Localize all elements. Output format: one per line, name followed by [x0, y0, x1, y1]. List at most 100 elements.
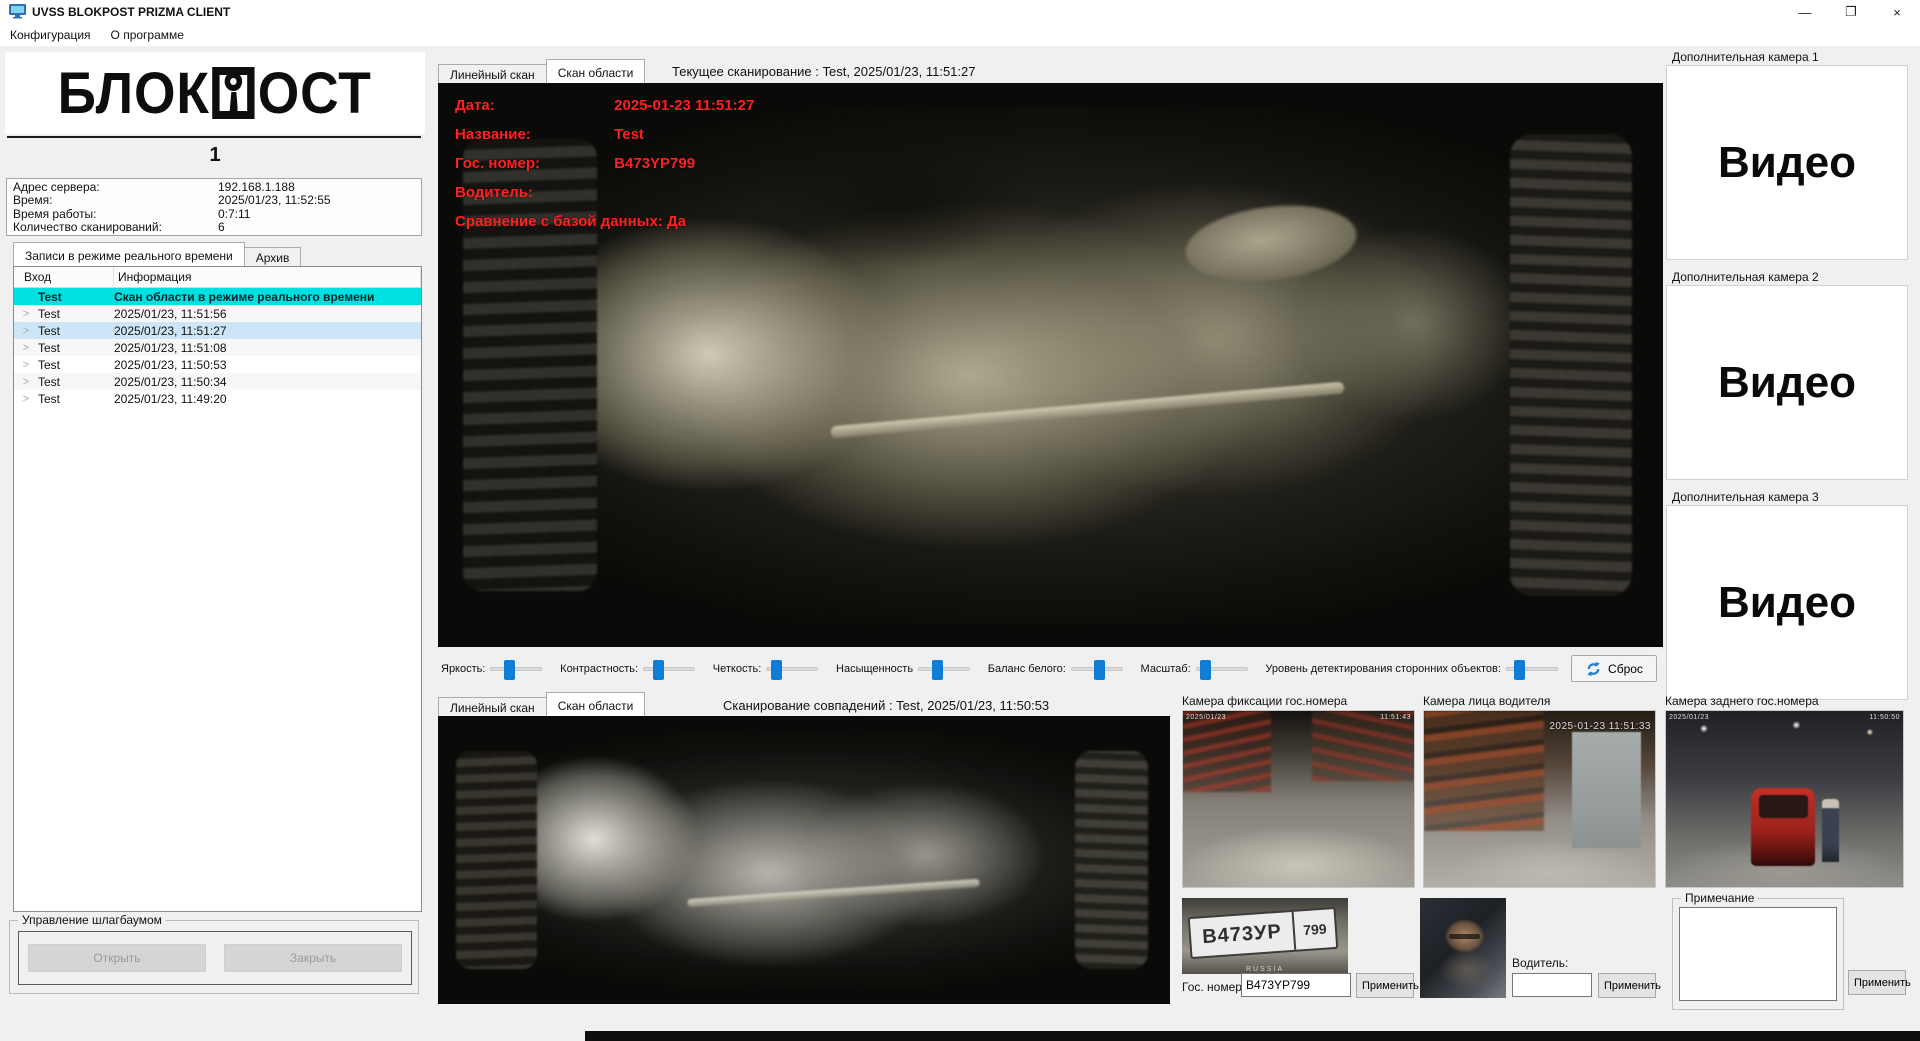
camera-label: Дополнительная камера 3 — [1666, 490, 1914, 505]
overlay-label: Название: — [455, 126, 610, 143]
reset-button[interactable]: Сброс — [1571, 655, 1657, 682]
slider-label: Уровень детектирования сторонних объекто… — [1265, 663, 1501, 675]
expander-chevron-icon[interactable]: > — [14, 376, 38, 388]
driver-name-input[interactable] — [1512, 973, 1592, 997]
records-tab[interactable]: Записи в режиме реального времени — [13, 242, 245, 266]
record-row[interactable]: Test Скан области в режиме реального вре… — [14, 288, 421, 305]
note-textarea[interactable] — [1679, 907, 1837, 1001]
person-figure — [1822, 799, 1839, 862]
slider-thumb[interactable] — [932, 660, 943, 680]
records-list-header: Вход Информация — [14, 267, 421, 288]
record-info: 2025/01/23, 11:50:53 — [114, 358, 421, 372]
scan-tab[interactable]: Линейный скан — [438, 64, 547, 83]
record-entry: Test — [38, 392, 114, 406]
info-label: Время: — [13, 193, 218, 207]
adjustment-slider: Баланс белого: — [988, 663, 1123, 675]
overlay-row: Сравнение с базой данных: Да — [455, 213, 754, 242]
rear-plate-camera-view: 2025/01/23 11:50:50 — [1665, 710, 1904, 888]
expander-chevron-icon[interactable]: > — [14, 308, 38, 320]
plate-number-input[interactable] — [1241, 973, 1351, 997]
column-header-vhod[interactable]: Вход — [14, 267, 114, 287]
slider-thumb[interactable] — [1094, 660, 1105, 680]
tire-right — [1510, 134, 1633, 596]
plate-camera-label: Камера фиксации гос.номера — [1182, 694, 1347, 708]
expander-chevron-icon[interactable]: > — [14, 342, 38, 354]
restore-button[interactable]: ❐ — [1828, 0, 1874, 24]
overlay-label: Дата: — [455, 97, 610, 114]
slider-thumb[interactable] — [1200, 660, 1211, 680]
camera-timestamp: 11:50:50 — [1869, 714, 1900, 721]
overlay-label: Гос. номер: — [455, 155, 610, 172]
rear-plate-camera-label: Камера заднего гос.номера — [1665, 694, 1819, 708]
slider-track[interactable] — [918, 667, 970, 671]
column-header-info[interactable]: Информация — [114, 267, 421, 287]
record-row[interactable]: > Test 2025/01/23, 11:51:08 — [14, 339, 421, 356]
note-group: Примечание — [1672, 898, 1844, 1010]
record-row[interactable]: > Test 2025/01/23, 11:51:56 — [14, 305, 421, 322]
menu-item[interactable]: Конфигурация — [0, 25, 101, 45]
apply-plate-button[interactable]: Применить — [1356, 973, 1414, 998]
logo-text-left: БЛОК — [58, 60, 210, 127]
overlay-value: Test — [614, 126, 644, 143]
record-entry: Test — [38, 324, 114, 338]
apply-driver-button[interactable]: Применить — [1598, 973, 1656, 998]
record-row[interactable]: > Test 2025/01/23, 11:50:53 — [14, 356, 421, 373]
main-scan-tabs: Линейный скан Скан области — [438, 59, 644, 83]
undercarriage-image — [504, 730, 1104, 989]
records-rows: Test Скан области в режиме реального вре… — [14, 288, 421, 407]
slider-thumb[interactable] — [771, 660, 782, 680]
close-button[interactable]: × — [1874, 0, 1920, 24]
barrier-open-button[interactable]: Открыть — [28, 944, 206, 972]
record-row[interactable]: > Test 2025/01/23, 11:50:34 — [14, 373, 421, 390]
slider-track[interactable] — [1071, 667, 1123, 671]
overlay-value: Да — [667, 213, 686, 230]
expander-chevron-icon[interactable]: > — [14, 393, 38, 405]
adjustment-slider: Насыщенность — [836, 663, 970, 675]
record-entry: Test — [38, 307, 114, 321]
expander-chevron-icon[interactable]: > — [14, 359, 38, 371]
match-scan-tabs: Линейный скан Скан области — [438, 692, 644, 716]
desktop-edge — [585, 1031, 1920, 1041]
slider-track[interactable] — [1196, 667, 1248, 671]
slider-label: Баланс белого: — [988, 663, 1066, 675]
note-group-title: Примечание — [1681, 891, 1758, 905]
apply-note-button[interactable]: Применить — [1848, 970, 1906, 995]
additional-cameras-panel: Дополнительная камера 1 Видео Дополнител… — [1666, 50, 1914, 710]
additional-camera: Дополнительная камера 2 Видео — [1666, 270, 1914, 480]
menu-item[interactable]: О программе — [101, 25, 194, 45]
expander-chevron-icon[interactable]: > — [14, 325, 38, 337]
info-row: Время: 2025/01/23, 11:52:55 — [13, 194, 415, 208]
slider-track[interactable] — [643, 667, 695, 671]
video-placeholder: Видео — [1666, 65, 1908, 260]
record-row[interactable]: > Test 2025/01/23, 11:49:20 — [14, 390, 421, 407]
overlay-row: Дата: 2025-01-23 11:51:27 — [455, 97, 754, 126]
slider-track[interactable] — [1506, 667, 1558, 671]
info-label: Время работы: — [13, 207, 218, 221]
record-info: 2025/01/23, 11:51:56 — [114, 307, 421, 321]
slider-label: Контрастность: — [560, 663, 638, 675]
scan-tab[interactable]: Скан области — [546, 692, 646, 716]
minimize-button[interactable]: — — [1782, 0, 1828, 24]
slider-track[interactable] — [766, 667, 818, 671]
records-tabs: Записи в режиме реального времени Архив — [13, 242, 300, 266]
red-car — [1751, 788, 1815, 865]
slider-thumb[interactable] — [504, 660, 515, 680]
tire-right — [1075, 751, 1148, 970]
barrier-close-button[interactable]: Закрыть — [224, 944, 402, 972]
record-info: 2025/01/23, 11:51:27 — [114, 324, 421, 338]
slider-track[interactable] — [490, 667, 542, 671]
scan-tab[interactable]: Линейный скан — [438, 697, 547, 716]
record-row[interactable]: > Test 2025/01/23, 11:51:27 — [14, 322, 421, 339]
slider-thumb[interactable] — [1514, 660, 1525, 680]
records-list: Вход Информация Test Скан области в режи… — [13, 266, 422, 912]
slider-thumb[interactable] — [653, 660, 664, 680]
menu-bar: Конфигурация О программе — [0, 24, 1920, 46]
record-info: 2025/01/23, 11:50:34 — [114, 375, 421, 389]
scan-tab[interactable]: Скан области — [546, 59, 646, 83]
barrier-control-group: Управление шлагбаумом Открыть Закрыть — [9, 920, 419, 994]
records-tab[interactable]: Архив — [244, 247, 302, 266]
scan-overlay-text: Дата: 2025-01-23 11:51:27 Название: Test… — [455, 97, 754, 242]
match-scan-viewport — [438, 716, 1170, 1004]
blokpost-logo: БЛОК ОСТ — [5, 52, 425, 134]
slider-label: Четкость: — [713, 663, 762, 675]
